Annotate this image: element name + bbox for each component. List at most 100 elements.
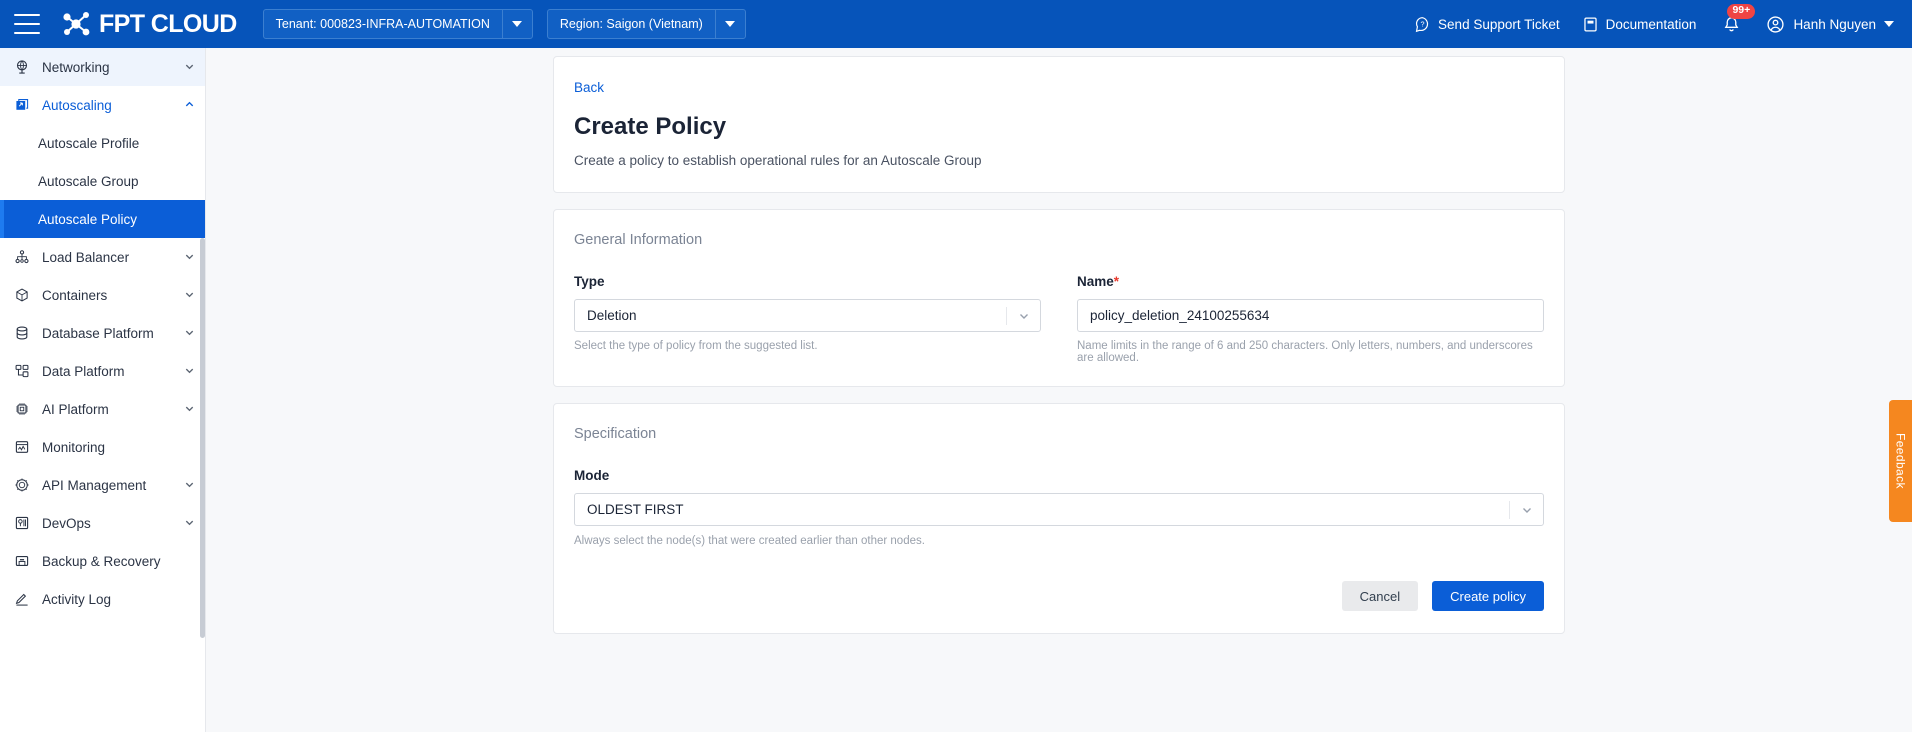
sidebar-item-data-platform[interactable]: Data Platform xyxy=(0,352,205,390)
sidebar-item-autoscale-profile[interactable]: Autoscale Profile xyxy=(0,124,205,162)
sidebar-label-autoscale-profile: Autoscale Profile xyxy=(38,136,139,151)
database-icon xyxy=(14,325,36,341)
sidebar-label-containers: Containers xyxy=(42,288,107,303)
sidebar-item-devops[interactable]: DevOps xyxy=(0,504,205,542)
sidebar-item-ai-platform[interactable]: AI Platform xyxy=(0,390,205,428)
sidebar-label-api-management: API Management xyxy=(42,478,146,493)
sidebar-label-monitoring: Monitoring xyxy=(42,440,105,455)
sidebar-label-database-platform: Database Platform xyxy=(42,326,154,341)
notification-count-badge: 99+ xyxy=(1727,4,1755,19)
send-support-ticket-label: Send Support Ticket xyxy=(1438,17,1560,32)
user-avatar-icon xyxy=(1766,15,1785,34)
sidebar-item-monitoring[interactable]: Monitoring xyxy=(0,428,205,466)
type-field-group: Type Deletion Select the type of policy … xyxy=(574,274,1041,364)
name-field-group: Name* policy_deletion_24100255634 Name l… xyxy=(1077,274,1544,364)
api-icon xyxy=(14,477,36,493)
fpt-cloud-logo[interactable]: FPT CLOUD xyxy=(62,10,237,39)
sidebar-item-containers[interactable]: Containers xyxy=(0,276,205,314)
activity-log-icon xyxy=(14,591,36,607)
sidebar-item-load-balancer[interactable]: Load Balancer xyxy=(0,238,205,276)
region-chevron-down-icon xyxy=(715,10,745,38)
autoscale-icon xyxy=(14,97,36,113)
sidebar-item-activity-log[interactable]: Activity Log xyxy=(0,580,205,618)
type-help-text: Select the type of policy from the sugge… xyxy=(574,340,1041,352)
create-policy-button[interactable]: Create policy xyxy=(1432,581,1544,611)
chevron-down-icon xyxy=(184,326,195,341)
chevron-down-icon xyxy=(184,364,195,379)
feedback-tab[interactable]: Feedback xyxy=(1889,400,1912,522)
hamburger-menu-icon[interactable] xyxy=(14,14,40,34)
monitoring-icon xyxy=(14,439,36,455)
sidebar-item-backup-recovery[interactable]: Backup & Recovery xyxy=(0,542,205,580)
name-label-text: Name xyxy=(1077,274,1114,289)
sidebar-label-ai-platform: AI Platform xyxy=(42,402,109,417)
type-select-value: Deletion xyxy=(575,308,1006,323)
mode-help-text: Always select the node(s) that were crea… xyxy=(574,535,1544,547)
top-navigation-bar: FPT CLOUD Tenant: 000823-INFRA-AUTOMATIO… xyxy=(0,0,1912,48)
sidebar-item-autoscale-policy[interactable]: Autoscale Policy xyxy=(0,200,205,238)
send-support-ticket-button[interactable]: ? Send Support Ticket xyxy=(1414,16,1560,33)
support-question-bubble-icon: ? xyxy=(1414,16,1431,33)
user-name-label: Hanh Nguyen xyxy=(1793,17,1876,32)
required-marker: * xyxy=(1114,274,1119,289)
sidebar-label-autoscale-group: Autoscale Group xyxy=(38,174,139,189)
type-label: Type xyxy=(574,274,1041,289)
chevron-down-icon xyxy=(184,60,195,75)
specification-card: Specification Mode OLDEST FIRST Always s… xyxy=(553,403,1565,634)
mode-select[interactable]: OLDEST FIRST xyxy=(574,493,1544,526)
general-information-title: General Information xyxy=(574,232,1544,248)
data-platform-icon xyxy=(14,363,36,379)
container-icon xyxy=(14,287,36,303)
notifications-button[interactable]: 99+ xyxy=(1718,11,1744,37)
svg-text:?: ? xyxy=(1421,19,1425,28)
back-link[interactable]: Back xyxy=(574,80,604,95)
sidebar-label-activity-log: Activity Log xyxy=(42,592,111,607)
brand-name: FPT CLOUD xyxy=(99,10,237,39)
tenant-chevron-down-icon xyxy=(502,10,532,38)
chevron-down-icon xyxy=(184,402,195,417)
sidebar-scrollbar[interactable] xyxy=(200,238,205,638)
tenant-selector-label: Tenant: 000823-INFRA-AUTOMATION xyxy=(264,17,502,31)
name-input[interactable]: policy_deletion_24100255634 xyxy=(1077,299,1544,332)
mode-label: Mode xyxy=(574,468,1544,483)
sidebar-label-data-platform: Data Platform xyxy=(42,364,125,379)
sidebar-item-autoscale-group[interactable]: Autoscale Group xyxy=(0,162,205,200)
page-title: Create Policy xyxy=(574,113,1544,141)
user-menu[interactable]: Hanh Nguyen xyxy=(1766,15,1894,34)
chevron-down-icon xyxy=(184,250,195,265)
mode-select-value: OLDEST FIRST xyxy=(575,502,1509,517)
mode-field-group: Mode OLDEST FIRST Always select the node… xyxy=(574,468,1544,547)
chevron-down-icon xyxy=(184,478,195,493)
documentation-button[interactable]: Documentation xyxy=(1582,16,1697,33)
sidebar-label-backup-recovery: Backup & Recovery xyxy=(42,554,161,569)
sidebar-label-load-balancer: Load Balancer xyxy=(42,250,129,265)
general-information-card: General Information Type Deletion Select… xyxy=(553,209,1565,387)
form-actions: Cancel Create policy xyxy=(574,581,1544,611)
chip-icon xyxy=(14,401,36,417)
sidebar-item-autoscaling[interactable]: Autoscaling xyxy=(0,86,205,124)
top-bar-right-group: ? Send Support Ticket Documentation 99+ xyxy=(1414,11,1912,37)
page-subtitle: Create a policy to establish operational… xyxy=(574,153,1544,168)
sidebar-item-api-management[interactable]: API Management xyxy=(0,466,205,504)
type-select[interactable]: Deletion xyxy=(574,299,1041,332)
molecule-logo-icon xyxy=(62,11,92,37)
sidebar-item-database-platform[interactable]: Database Platform xyxy=(0,314,205,352)
main-content-area: Back Create Policy Create a policy to es… xyxy=(206,48,1912,732)
sidebar-label-networking: Networking xyxy=(42,60,110,75)
cancel-button[interactable]: Cancel xyxy=(1342,581,1418,611)
backup-icon xyxy=(14,553,36,569)
user-menu-chevron-down-icon xyxy=(1884,21,1894,27)
sidebar-label-autoscale-policy: Autoscale Policy xyxy=(38,212,137,227)
sidebar-item-networking[interactable]: Networking xyxy=(0,48,205,86)
documentation-label: Documentation xyxy=(1606,17,1697,32)
general-information-fields: Type Deletion Select the type of policy … xyxy=(574,274,1544,364)
name-label: Name* xyxy=(1077,274,1544,289)
load-balancer-icon xyxy=(14,249,36,265)
chevron-down-icon xyxy=(184,516,195,531)
sidebar-label-autoscaling: Autoscaling xyxy=(42,98,112,113)
tenant-selector[interactable]: Tenant: 000823-INFRA-AUTOMATION xyxy=(263,9,533,39)
name-help-text: Name limits in the range of 6 and 250 ch… xyxy=(1077,340,1544,364)
documentation-book-icon xyxy=(1582,16,1599,33)
region-selector[interactable]: Region: Saigon (Vietnam) xyxy=(547,9,746,39)
feedback-label: Feedback xyxy=(1894,433,1908,489)
